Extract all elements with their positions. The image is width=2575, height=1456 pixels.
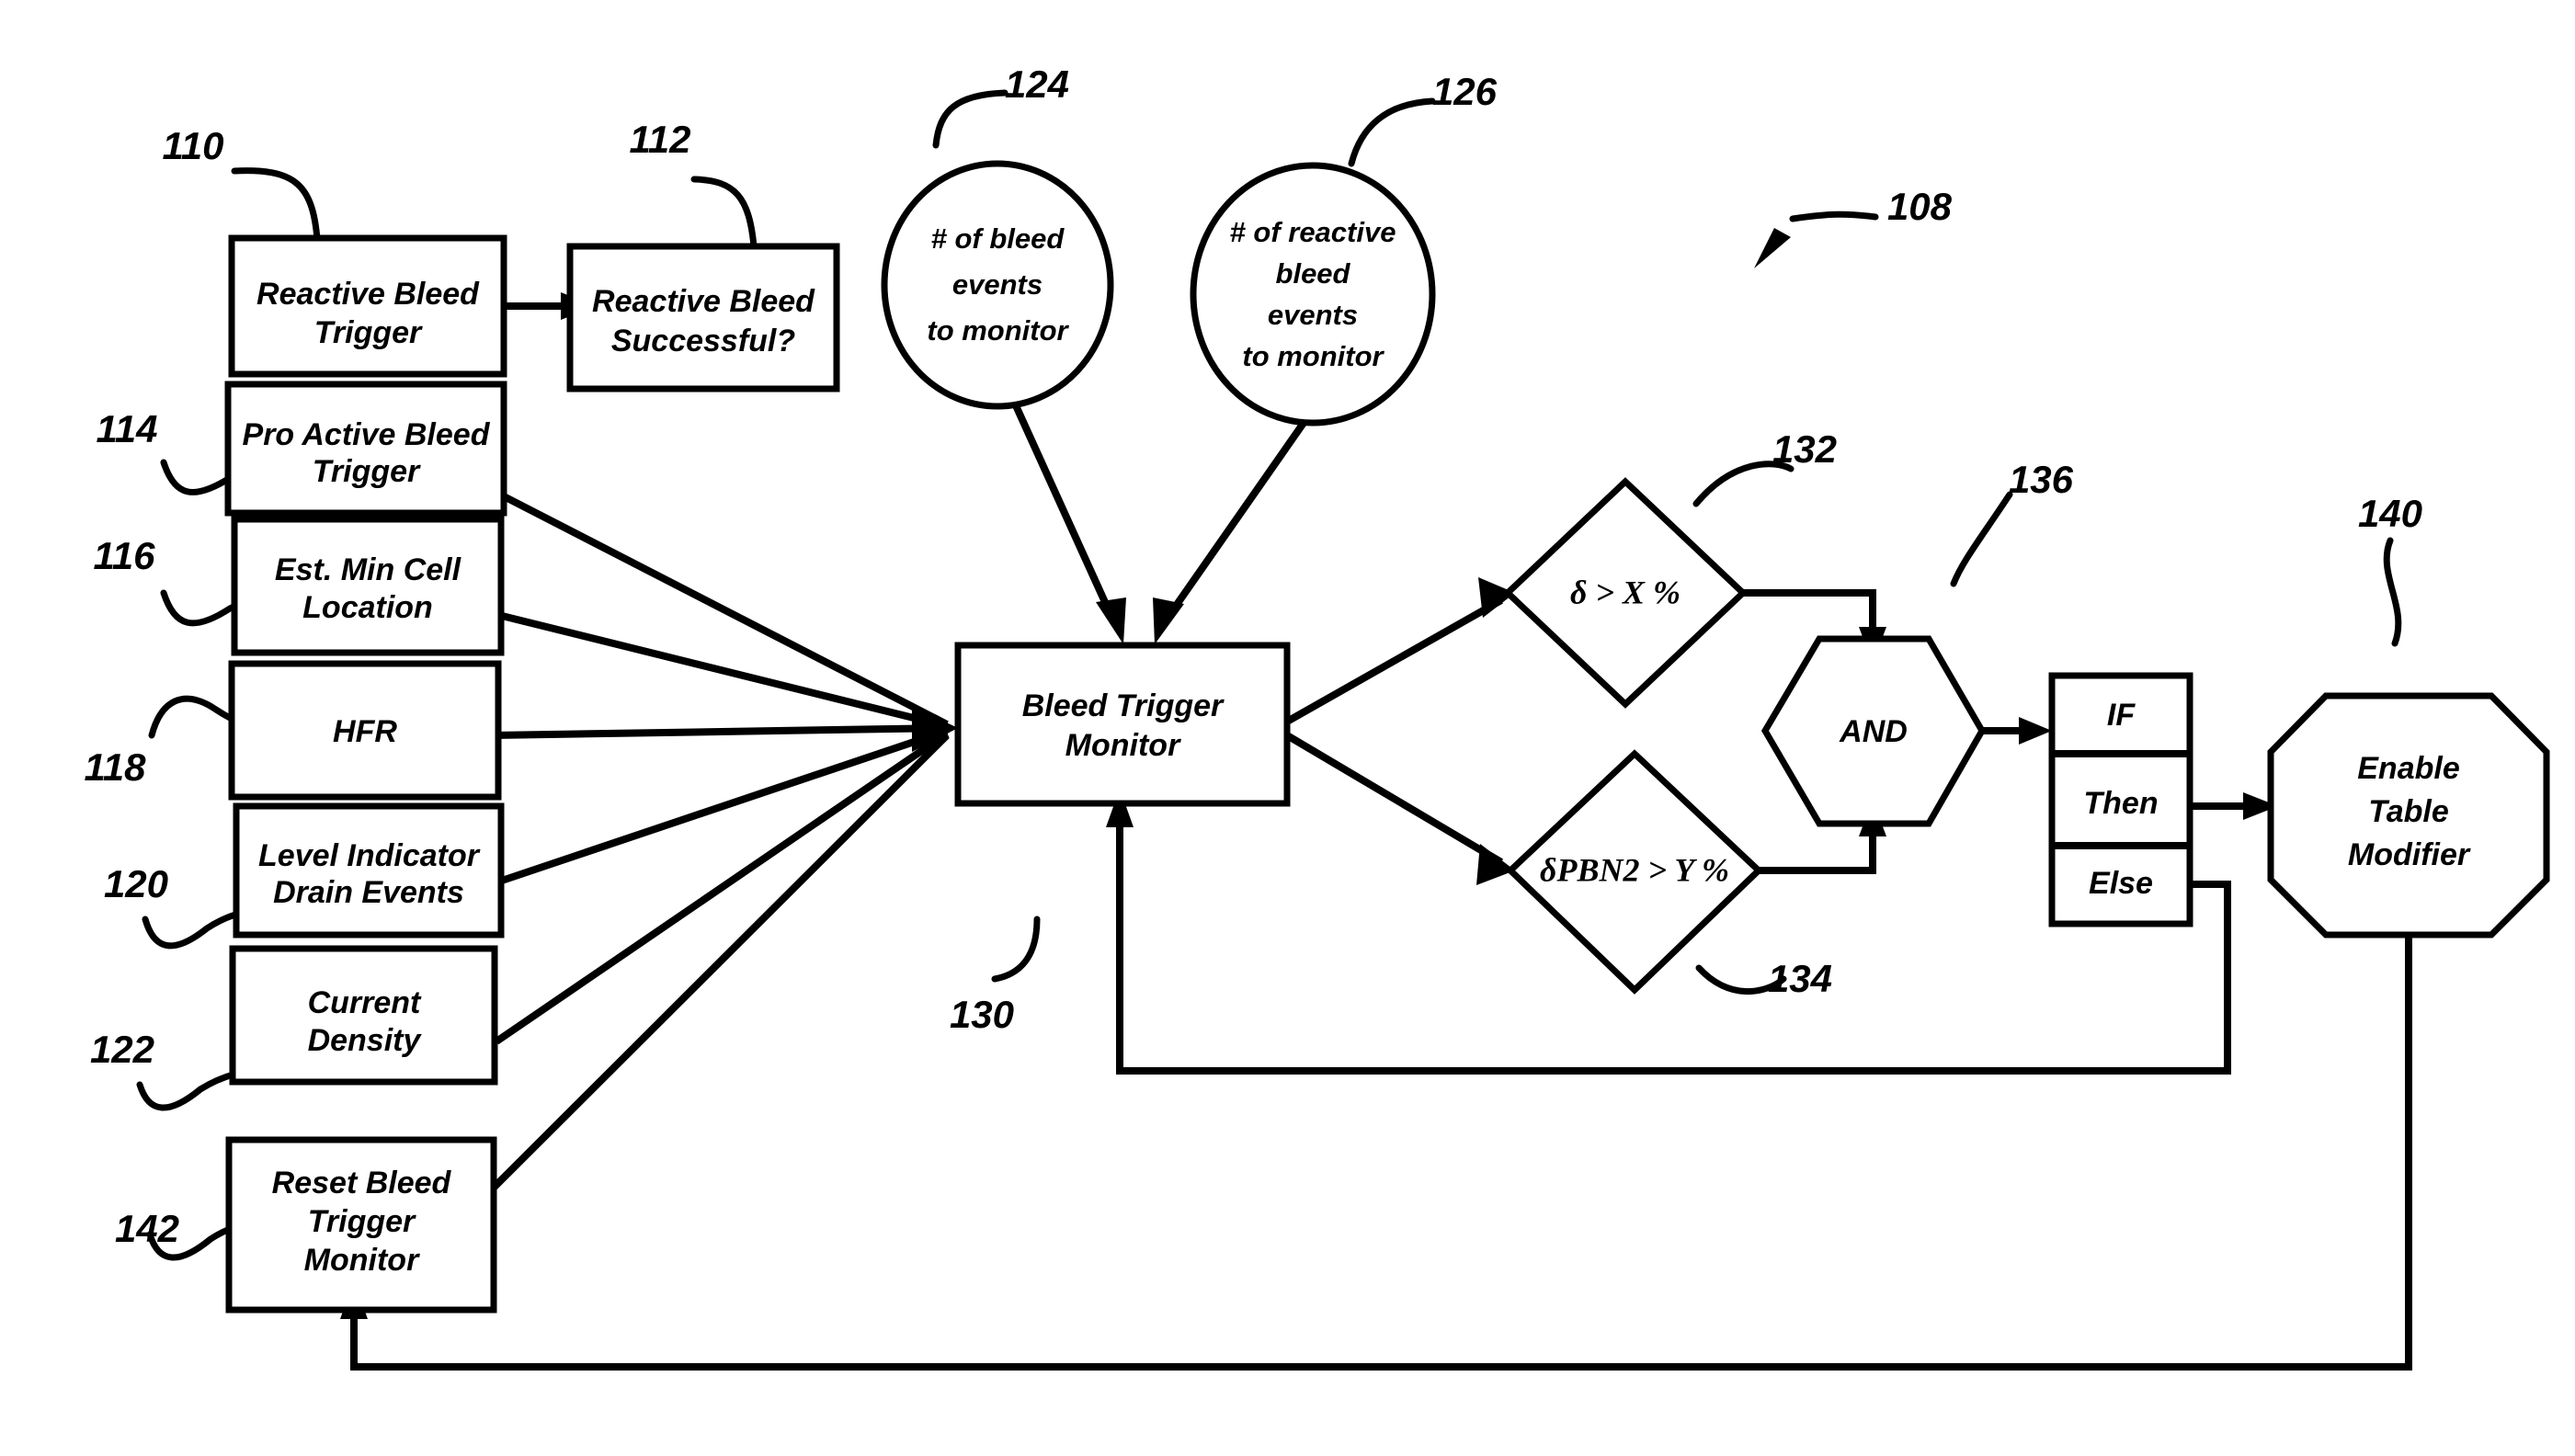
node-est-min-cell-location[interactable]: Est. Min Cell Location [231, 516, 505, 656]
leader-112 [690, 176, 758, 250]
ref-label-120: 120 [104, 862, 168, 905]
ref-label-122: 122 [90, 1028, 154, 1071]
node-else-row: Else [2089, 866, 2153, 901]
connector-bleed-events-circle-to-monitor [1007, 392, 1126, 644]
ref-label-140: 140 [2358, 492, 2422, 535]
node-then-row: Then [2083, 786, 2158, 821]
connector-monitor-to-delta-pbn2-diamond [1284, 732, 1515, 885]
leader-136 [1950, 491, 2013, 587]
node-reset-bleed-trigger-monitor-line1: Reset Bleed [272, 1166, 452, 1200]
ref-label-136: 136 [2009, 458, 2074, 501]
ref-label-132: 132 [1772, 427, 1837, 471]
node-reactive-bleed-events-line1: # of reactive [1230, 216, 1396, 248]
node-enable-table-modifier[interactable]: Enable Table Modifier [2267, 692, 2550, 938]
ref-label-130: 130 [950, 993, 1014, 1036]
node-and-gate[interactable]: AND [1760, 635, 1987, 827]
node-pro-active-bleed-trigger-line2: Trigger [313, 454, 421, 489]
node-and-gate-label: AND [1839, 714, 1908, 749]
node-reactive-bleed-events-line2: bleed [1276, 257, 1351, 290]
node-bleed-events-line2: events [952, 268, 1043, 301]
node-if-row: IF [2107, 698, 2136, 733]
node-reactive-bleed-successful-line2: Successful? [611, 324, 796, 358]
node-reactive-bleed-trigger[interactable]: Reactive Bleed Trigger [228, 234, 507, 378]
node-delta-gt-x-label: δ > X % [1570, 574, 1681, 610]
ref-label-134: 134 [1768, 957, 1832, 1000]
connector-enable-table-modifier-bottom-feedback [340, 935, 2412, 1371]
node-if-then-else[interactable]: IF Then Else [2048, 672, 2193, 927]
leader-140 [2383, 537, 2402, 647]
ref-label-108: 108 [1887, 185, 1953, 228]
node-current-density-line2: Density [308, 1023, 423, 1058]
node-reactive-bleed-successful-line1: Reactive Bleed [592, 284, 815, 319]
node-bleed-events-line1: # of bleed [931, 222, 1065, 255]
node-hfr-line1: HFR [333, 714, 397, 749]
node-bleed-trigger-monitor[interactable]: Bleed Trigger Monitor [954, 642, 1291, 807]
leader-130 [991, 916, 1041, 983]
node-reset-bleed-trigger-monitor-line2: Trigger [308, 1204, 416, 1239]
ref-label-142: 142 [115, 1207, 179, 1250]
node-est-min-cell-location-line1: Est. Min Cell [275, 552, 462, 587]
ref-label-126: 126 [1432, 70, 1498, 113]
leader-126 [1348, 97, 1436, 167]
node-enable-table-modifier-line1: Enable [2357, 751, 2459, 786]
figure-canvas: Reactive Bleed Trigger Reactive Bleed Su… [0, 0, 2575, 1456]
leader-110 [231, 167, 321, 243]
node-reactive-bleed-successful[interactable]: Reactive Bleed Successful? [566, 243, 840, 392]
node-reactive-bleed-events-to-monitor[interactable]: # of reactive bleed events to monitor [1190, 162, 1436, 427]
node-reset-bleed-trigger-monitor[interactable]: Reset Bleed Trigger Monitor [225, 1136, 497, 1314]
node-level-indicator-drain-events[interactable]: Level Indicator Drain Events [233, 802, 505, 938]
node-enable-table-modifier-line2: Table [2368, 794, 2449, 829]
leader-124 [932, 89, 1008, 149]
node-bleed-events-line3: to monitor [927, 314, 1069, 347]
node-reset-bleed-trigger-monitor-line3: Monitor [304, 1243, 420, 1278]
node-reactive-bleed-events-line4: to monitor [1242, 340, 1384, 372]
node-delta-pbn2-gt-y-label: δPBN2 > Y % [1540, 851, 1729, 888]
ref-label-112: 112 [630, 118, 691, 161]
node-bleed-trigger-monitor-line2: Monitor [1065, 728, 1181, 763]
ref-label-124: 124 [1005, 63, 1069, 106]
ref-label-110: 110 [163, 124, 224, 167]
node-pro-active-bleed-trigger-line1: Pro Active Bleed [243, 417, 491, 452]
node-delta-gt-x-decision[interactable]: δ > X % [1502, 477, 1749, 709]
leader-108-line [1789, 210, 1879, 222]
connector-and-to-if-then-else [1982, 717, 2052, 745]
node-est-min-cell-location-line2: Location [302, 590, 433, 625]
node-bleed-trigger-monitor-line1: Bleed Trigger [1022, 688, 1225, 723]
node-pro-active-bleed-trigger[interactable]: Pro Active Bleed Trigger [224, 381, 507, 517]
connector-reactive-bleed-events-circle-to-monitor [1153, 402, 1320, 644]
node-reactive-bleed-trigger-line2: Trigger [314, 315, 423, 350]
node-level-indicator-drain-events-line1: Level Indicator [258, 838, 481, 873]
connector-inputs-to-bleed-trigger-monitor [490, 493, 958, 1191]
leader-108-arrowhead [1754, 228, 1791, 268]
flowchart-svg: Reactive Bleed Trigger Reactive Bleed Su… [85, 63, 2550, 1371]
connector-monitor-to-delta-x-diamond [1285, 577, 1515, 725]
ref-label-114: 114 [97, 407, 158, 450]
node-enable-table-modifier-line3: Modifier [2348, 837, 2471, 872]
node-level-indicator-drain-events-line2: Drain Events [273, 875, 464, 910]
node-reactive-bleed-trigger-line1: Reactive Bleed [256, 277, 480, 312]
node-current-density-line1: Current [308, 985, 422, 1020]
node-bleed-events-to-monitor[interactable]: # of bleed events to monitor [881, 160, 1114, 410]
connector-then-to-enable-table-modifier [2190, 792, 2278, 820]
node-current-density[interactable]: Current Density [229, 945, 498, 1086]
node-hfr[interactable]: HFR [228, 660, 502, 801]
node-reactive-bleed-events-line3: events [1268, 299, 1358, 331]
node-delta-pbn2-gt-y-decision[interactable]: δPBN2 > Y % [1505, 749, 1764, 995]
ref-label-118: 118 [85, 745, 147, 789]
ref-label-116: 116 [94, 534, 156, 577]
